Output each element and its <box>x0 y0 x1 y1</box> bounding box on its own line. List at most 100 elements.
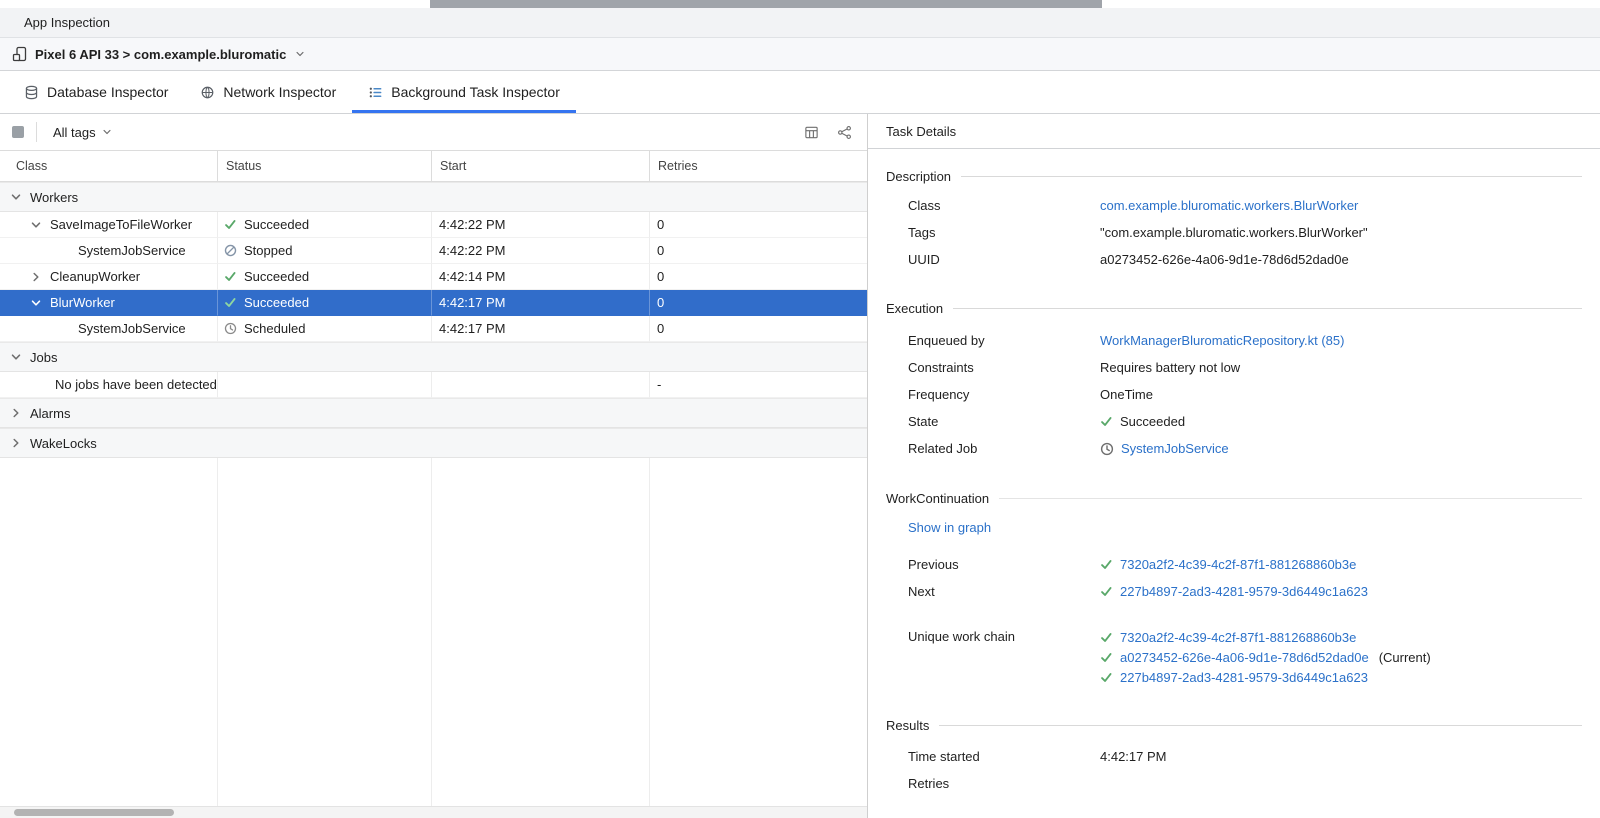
work-chain-item: 227b4897-2ad3-4281-9579-3d6449c1a623 <box>1100 667 1431 687</box>
cell-status: Stopped <box>244 243 292 258</box>
detail-label: Previous <box>908 557 1100 572</box>
work-chain-link[interactable]: 7320a2f2-4c39-4c2f-87f1-881268860b3e <box>1120 630 1356 645</box>
detail-label: UUID <box>908 252 1100 267</box>
detail-row-unique-work-chain: Unique work chain 7320a2f2-4c39-4c2f-87f… <box>908 627 1600 687</box>
column-header-status: Status <box>218 151 432 181</box>
group-row-alarms[interactable]: Alarms <box>0 398 867 428</box>
database-icon <box>24 85 39 100</box>
detail-label: Retries <box>908 776 1100 791</box>
table-row-blurworker-selected[interactable]: BlurWorker Succeeded 4:42:17 PM 0 <box>0 290 867 316</box>
cell-retries: - <box>657 377 661 392</box>
task-details-header: Task Details <box>868 114 1600 149</box>
top-edge-scrollbar <box>430 0 1102 8</box>
device-phone-icon <box>12 46 28 62</box>
stopped-circle-slash-icon <box>224 244 237 257</box>
section-title: Execution <box>886 301 943 316</box>
tab-database-inspector[interactable]: Database Inspector <box>8 71 184 113</box>
cell-start: 4:42:17 PM <box>439 295 506 310</box>
work-chain-link[interactable]: a0273452-626e-4a06-9d1e-78d6d52dad0e <box>1120 650 1369 665</box>
table-row-cleanupworker[interactable]: CleanupWorker Succeeded 4:42:14 PM 0 <box>0 264 867 290</box>
section-description: Description <box>886 169 1582 184</box>
group-row-jobs[interactable]: Jobs <box>0 342 867 372</box>
toolbar-separator <box>36 122 37 142</box>
detail-row-frequency: Frequency OneTime <box>908 381 1582 408</box>
detail-row-constraints: Constraints Requires battery not low <box>908 354 1582 381</box>
frequency-value: OneTime <box>1100 387 1153 402</box>
horizontal-scrollbar[interactable] <box>0 806 867 818</box>
tool-window-header: App Inspection <box>0 8 1600 38</box>
table-row-saveimagetofileworker[interactable]: SaveImageToFileWorker Succeeded 4:42:22 … <box>0 212 867 238</box>
succeeded-check-icon <box>1100 585 1113 598</box>
group-row-wakelocks[interactable]: WakeLocks <box>0 428 867 458</box>
previous-work-link[interactable]: 7320a2f2-4c39-4c2f-87f1-881268860b3e <box>1120 557 1356 572</box>
state-value: Succeeded <box>1120 414 1185 429</box>
cell-start: 4:42:17 PM <box>439 321 506 336</box>
detail-label: Unique work chain <box>908 627 1100 647</box>
detail-row-class: Class com.example.bluromatic.workers.Blu… <box>908 192 1582 219</box>
enqueued-by-link[interactable]: WorkManagerBluromaticRepository.kt (85) <box>1100 333 1344 348</box>
table-row-systemjobservice[interactable]: SystemJobService Stopped 4:42:22 PM 0 <box>0 238 867 264</box>
table-header-row: Class Status Start Retries <box>0 151 867 182</box>
column-header-class: Class <box>0 151 218 181</box>
grid-icon <box>804 125 819 140</box>
related-job-link[interactable]: SystemJobService <box>1121 441 1229 456</box>
tab-label: Database Inspector <box>47 84 168 100</box>
empty-jobs-message: No jobs have been detected <box>55 377 217 392</box>
process-selector[interactable]: Pixel 6 API 33 > com.example.bluromatic <box>0 38 1600 71</box>
cell-class: CleanupWorker <box>50 269 140 284</box>
column-header-start: Start <box>432 151 650 181</box>
detail-label: Time started <box>908 749 1100 764</box>
detail-label: Related Job <box>908 441 1100 456</box>
chevron-right-icon <box>10 437 22 449</box>
table-row-systemjobservice[interactable]: SystemJobService Scheduled 4:42:17 PM 0 <box>0 316 867 342</box>
uuid-value: a0273452-626e-4a06-9d1e-78d6d52dad0e <box>1100 252 1349 267</box>
work-chain-item-current: a0273452-626e-4a06-9d1e-78d6d52dad0e (Cu… <box>1100 647 1431 667</box>
scrollbar-thumb[interactable] <box>14 809 174 816</box>
succeeded-check-icon <box>224 296 237 309</box>
class-link[interactable]: com.example.bluromatic.workers.BlurWorke… <box>1100 198 1358 213</box>
task-details-title: Task Details <box>886 124 956 139</box>
chevron-right-icon[interactable] <box>30 271 42 283</box>
tab-background-task-inspector[interactable]: Background Task Inspector <box>352 71 576 113</box>
scheduled-clock-icon <box>224 322 237 335</box>
tab-network-inspector[interactable]: Network Inspector <box>184 71 352 113</box>
group-row-workers[interactable]: Workers <box>0 182 867 212</box>
detail-row-previous: Previous 7320a2f2-4c39-4c2f-87f1-8812688… <box>908 551 1582 578</box>
cell-status: Succeeded <box>244 269 309 284</box>
section-results: Results <box>886 718 1582 733</box>
detail-label: Enqueued by <box>908 333 1100 348</box>
task-details-panel: Task Details Description Class com.examp… <box>868 114 1600 818</box>
tag-filter-label: All tags <box>53 125 96 140</box>
table-view-button[interactable] <box>801 122 822 143</box>
chevron-down-icon[interactable] <box>30 297 42 309</box>
detail-label: State <box>908 414 1100 429</box>
stop-inspector-button[interactable] <box>12 126 24 138</box>
chevron-down-icon[interactable] <box>30 219 42 231</box>
section-title: Results <box>886 718 929 733</box>
group-label: WakeLocks <box>30 436 97 451</box>
succeeded-check-icon <box>1100 631 1113 644</box>
succeeded-check-icon <box>1100 558 1113 571</box>
show-in-graph-link[interactable]: Show in graph <box>908 520 991 535</box>
task-table-panel: All tags C <box>0 114 868 818</box>
tag-filter-dropdown[interactable]: All tags <box>49 123 116 142</box>
cell-status: Succeeded <box>244 295 309 310</box>
chevron-down-icon <box>102 127 112 137</box>
detail-row-time-started: Time started 4:42:17 PM <box>908 743 1582 770</box>
show-in-graph-row: Show in graph <box>908 520 1600 535</box>
work-chain-link[interactable]: 227b4897-2ad3-4281-9579-3d6449c1a623 <box>1120 670 1368 685</box>
cell-retries: 0 <box>657 295 664 310</box>
detail-label: Constraints <box>908 360 1100 375</box>
cell-class: SaveImageToFileWorker <box>50 217 192 232</box>
section-rule <box>999 498 1582 499</box>
tab-label: Network Inspector <box>223 84 336 100</box>
cell-start: 4:42:14 PM <box>439 269 506 284</box>
next-work-link[interactable]: 227b4897-2ad3-4281-9579-3d6449c1a623 <box>1120 584 1368 599</box>
section-rule <box>961 176 1582 177</box>
chevron-down-icon <box>10 191 22 203</box>
detail-row-state: State Succeeded <box>908 408 1582 435</box>
connected-nodes-icon <box>837 125 852 140</box>
tab-label: Background Task Inspector <box>391 84 560 100</box>
cell-status: Succeeded <box>244 217 309 232</box>
graph-view-button[interactable] <box>834 122 855 143</box>
